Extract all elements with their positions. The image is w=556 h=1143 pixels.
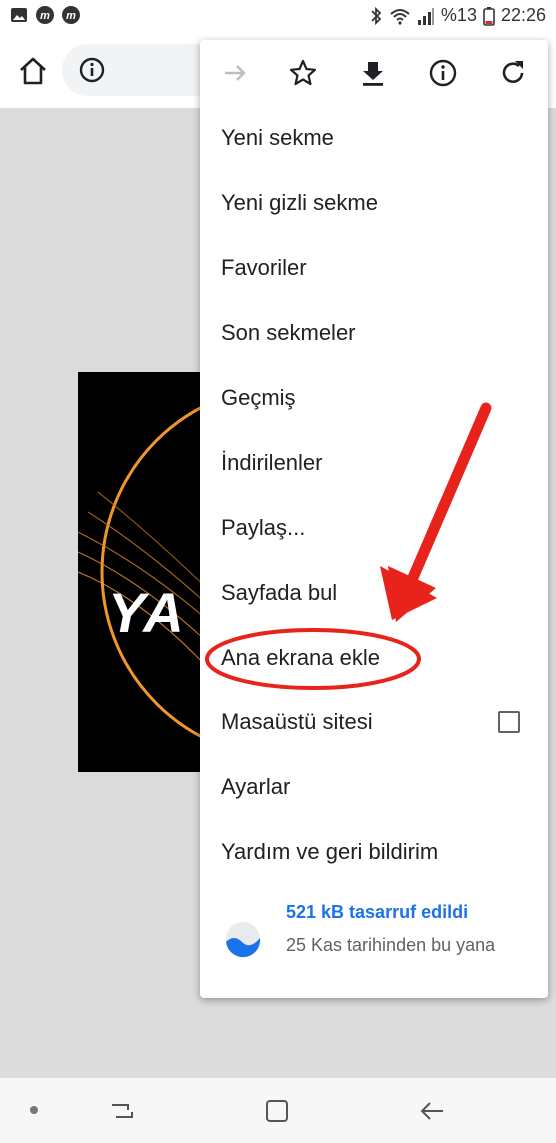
- menu-item-settings[interactable]: Ayarlar: [221, 772, 290, 802]
- battery-percent: %13: [440, 5, 477, 25]
- menu-item-new-incognito-tab[interactable]: Yeni gizli sekme: [221, 188, 378, 218]
- overflow-menu: Yeni sekme Yeni gizli sekme Favoriler So…: [200, 40, 548, 998]
- menu-item-share[interactable]: Paylaş...: [221, 513, 305, 543]
- menu-item-help-feedback[interactable]: Yardım ve geri bildirim: [221, 837, 438, 867]
- download-icon[interactable]: [358, 58, 388, 88]
- menu-item-desktop-site[interactable]: Masaüstü sitesi: [221, 707, 373, 737]
- star-icon[interactable]: [288, 58, 318, 88]
- info-icon[interactable]: [428, 58, 458, 88]
- back-icon[interactable]: [416, 1096, 448, 1126]
- data-saver-title[interactable]: 521 kB tasarruf edildi: [286, 902, 468, 923]
- system-nav-bar: [0, 1078, 556, 1143]
- battery-icon: [483, 6, 495, 26]
- wifi-icon: [390, 8, 410, 25]
- dot-icon[interactable]: [30, 1106, 38, 1114]
- image-icon: [11, 8, 27, 22]
- status-left-icons: m m: [10, 6, 80, 24]
- menu-icon-row: [200, 40, 548, 108]
- desktop-site-checkbox[interactable]: [498, 711, 520, 733]
- svg-text:m: m: [40, 10, 50, 22]
- status-bar: m m %13 22:26: [0, 0, 556, 36]
- info-icon[interactable]: [78, 56, 106, 84]
- m-app-icon: m: [36, 6, 54, 24]
- home-icon[interactable]: [16, 54, 50, 88]
- menu-item-add-to-home-screen[interactable]: Ana ekrana ekle: [221, 643, 380, 673]
- m-app-icon: m: [62, 6, 80, 24]
- clock: 22:26: [500, 5, 546, 25]
- menu-item-find-in-page[interactable]: Sayfada bul: [221, 578, 337, 608]
- bluetooth-icon: [371, 6, 382, 25]
- menu-item-recent-tabs[interactable]: Son sekmeler: [221, 318, 356, 348]
- menu-item-downloads[interactable]: İndirilenler: [221, 448, 323, 478]
- reload-icon[interactable]: [498, 58, 528, 88]
- recent-apps-icon[interactable]: [106, 1096, 138, 1126]
- svg-text:m: m: [66, 10, 76, 22]
- signal-icon: [417, 7, 434, 25]
- data-saver-subtitle: 25 Kas tarihinden bu yana: [286, 935, 496, 955]
- home-square-icon[interactable]: [262, 1096, 292, 1126]
- forward-icon[interactable]: [220, 58, 250, 88]
- data-saver-icon: [226, 922, 261, 958]
- status-right: %13 22:26: [369, 5, 546, 26]
- banner-logo-text: YA: [108, 581, 186, 644]
- menu-item-history[interactable]: Geçmiş: [221, 383, 296, 413]
- menu-item-bookmarks[interactable]: Favoriler: [221, 253, 307, 283]
- menu-item-new-tab[interactable]: Yeni sekme: [221, 123, 334, 153]
